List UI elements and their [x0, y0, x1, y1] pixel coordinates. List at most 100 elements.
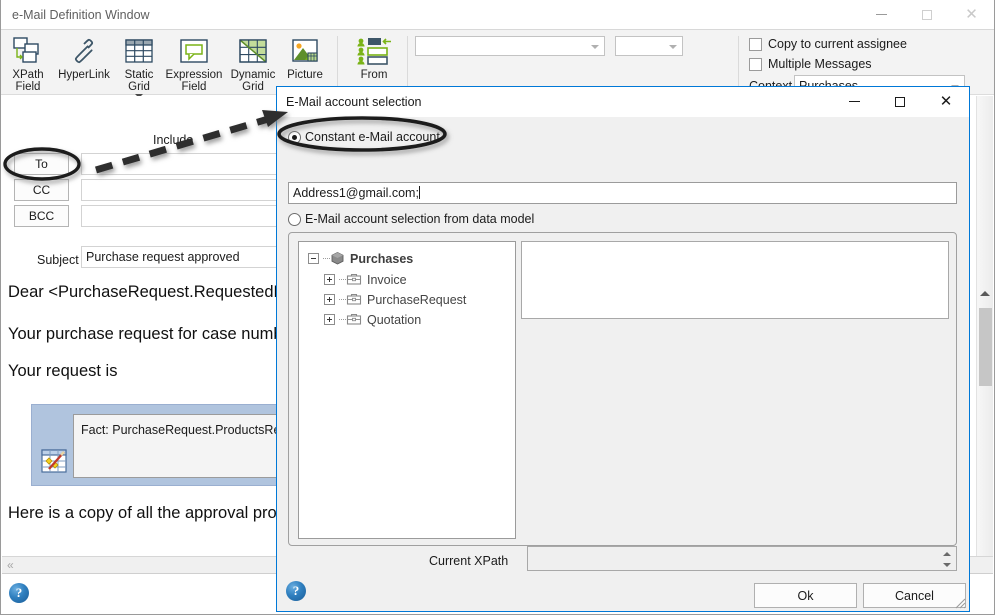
xpath-field-icon: [12, 33, 44, 69]
dialog-body: Constant e-Mail account Address1@gmail.c…: [277, 117, 969, 611]
maximize-icon[interactable]: [904, 0, 949, 29]
bcc-button[interactable]: BCC: [14, 205, 69, 227]
from-data-model-label: E-Mail account selection from data model: [305, 212, 535, 226]
ok-button[interactable]: Ok: [754, 583, 857, 608]
close-icon[interactable]: ✕: [923, 87, 969, 116]
xpath-field-label-1: XPath: [12, 69, 44, 81]
tree-node-label: PurchaseRequest: [367, 292, 467, 307]
spinner-down-icon[interactable]: [943, 563, 951, 568]
dynamic-grid-button[interactable]: Dynamic Grid: [225, 30, 281, 93]
help-icon[interactable]: ?: [9, 583, 29, 603]
current-xpath-label: Current XPath: [429, 554, 509, 568]
collapse-icon[interactable]: [308, 253, 319, 264]
ribbon-divider-1: [337, 36, 338, 90]
font-size-combo[interactable]: [615, 36, 683, 56]
minimize-icon[interactable]: [831, 87, 877, 116]
constant-account-radio[interactable]: Constant e-Mail account: [288, 130, 440, 144]
scroll-left-arrow-icon[interactable]: «: [7, 558, 14, 572]
expression-field-label-1: Expression: [165, 69, 223, 81]
cancel-button[interactable]: Cancel: [863, 583, 966, 608]
from-button[interactable]: From: [346, 30, 402, 81]
hyperlink-icon: [68, 33, 100, 69]
body-line-1: Dear <PurchaseRequest.RequestedB: [8, 283, 285, 301]
editor-vertical-scrollbar[interactable]: [976, 96, 993, 556]
xpath-field-button[interactable]: XPath Field: [3, 30, 53, 93]
cancel-button-label: Cancel: [895, 588, 934, 603]
expand-icon[interactable]: [324, 274, 335, 285]
fact-block[interactable]: Fact: PurchaseRequest.ProductsReque: [31, 404, 301, 486]
tree-node-invoice[interactable]: Invoice: [324, 272, 407, 287]
ribbon-divider-2: [407, 36, 408, 90]
resize-grip-icon[interactable]: [952, 595, 966, 609]
bcc-input[interactable]: [81, 205, 281, 227]
dynamic-grid-label-1: Dynamic: [230, 69, 276, 81]
font-family-combo[interactable]: [415, 36, 605, 56]
expression-field-label-2: Field: [181, 81, 207, 94]
expand-icon[interactable]: [324, 294, 335, 305]
expression-field-icon: [178, 33, 210, 69]
closing-line: Here is a copy of all the approval proc: [8, 504, 285, 522]
spinner-up-icon[interactable]: [943, 551, 951, 556]
email-account-selection-dialog: E-Mail account selection ✕ Constant e-Ma…: [276, 86, 970, 612]
multiple-messages-label: Multiple Messages: [768, 57, 872, 71]
to-input[interactable]: [81, 153, 281, 175]
to-button-label: To: [35, 157, 48, 171]
case-icon: [346, 272, 362, 287]
tree-node-quotation[interactable]: Quotation: [324, 312, 421, 327]
package-icon: [330, 251, 345, 266]
tree-node-purchases[interactable]: Purchases: [308, 251, 413, 266]
to-button[interactable]: To: [14, 153, 69, 175]
xpath-spinner[interactable]: [939, 548, 955, 571]
constant-account-label: Constant e-Mail account: [305, 130, 440, 144]
minimize-icon[interactable]: [859, 0, 904, 29]
subject-label: Subject: [37, 253, 79, 267]
copy-to-assignee-checkbox[interactable]: Copy to current assignee: [749, 37, 907, 51]
close-icon[interactable]: ✕: [949, 0, 994, 29]
main-window-title: e-Mail Definition Window: [12, 8, 150, 22]
cc-input[interactable]: [81, 179, 281, 201]
tree-node-label: Invoice: [367, 272, 407, 287]
from-data-model-radio[interactable]: E-Mail account selection from data model: [288, 212, 534, 226]
expand-icon[interactable]: [324, 314, 335, 325]
scroll-up-arrow-icon[interactable]: [980, 291, 990, 296]
tree-node-purchaserequest[interactable]: PurchaseRequest: [324, 292, 466, 307]
tree-node-label: Quotation: [367, 312, 422, 327]
help-icon[interactable]: ?: [286, 581, 306, 601]
scrollbar-thumb[interactable]: [979, 308, 992, 386]
email-address-input[interactable]: Address1@gmail.com;: [288, 182, 957, 204]
picture-label-1: Picture: [287, 69, 323, 81]
checkbox-box: [749, 37, 762, 51]
data-model-tree[interactable]: Purchases Invoice PurchaseRequest Quotat…: [298, 241, 516, 539]
expression-field-button[interactable]: Expression Field: [163, 30, 225, 93]
data-model-groupbox: Purchases Invoice PurchaseRequest Quotat…: [288, 232, 957, 546]
fact-block-text: Fact: PurchaseRequest.ProductsReque: [81, 423, 302, 437]
hyperlink-button[interactable]: HyperLink: [53, 30, 115, 81]
body-line-2: Your purchase request for case numb: [8, 325, 283, 343]
multiple-messages-checkbox[interactable]: Multiple Messages: [749, 57, 872, 71]
maximize-icon[interactable]: [877, 87, 923, 116]
include-label: Include: [153, 133, 194, 147]
static-grid-button[interactable]: Static Grid: [115, 30, 163, 99]
dialog-titlebar: E-Mail account selection ✕: [277, 87, 969, 117]
picture-icon: [289, 33, 321, 69]
picture-button[interactable]: Picture: [281, 30, 329, 81]
tree-node-label: Purchases: [350, 251, 414, 266]
static-grid-label-1: Static: [124, 69, 154, 81]
from-recipients-icon: [354, 33, 394, 69]
screen: e-Mail Definition Window ✕ XPath Field H…: [0, 0, 995, 615]
subject-input[interactable]: Purchase request approved: [81, 246, 281, 268]
radio-indicator: [288, 212, 301, 226]
bcc-button-label: BCC: [28, 209, 55, 223]
text-caret: [418, 186, 420, 199]
fact-block-inner: Fact: PurchaseRequest.ProductsReque: [73, 414, 301, 478]
main-titlebar: e-Mail Definition Window ✕: [1, 0, 994, 30]
cc-button-label: CC: [32, 183, 51, 197]
from-label: From: [360, 69, 388, 81]
dialog-title: E-Mail account selection: [286, 95, 422, 109]
node-detail-panel[interactable]: [521, 241, 949, 319]
radio-indicator: [288, 130, 301, 144]
current-xpath-input[interactable]: [527, 546, 957, 571]
copy-to-assignee-label: Copy to current assignee: [768, 37, 907, 51]
xpath-field-label-2: Field: [15, 81, 41, 94]
cc-button[interactable]: CC: [14, 179, 69, 201]
